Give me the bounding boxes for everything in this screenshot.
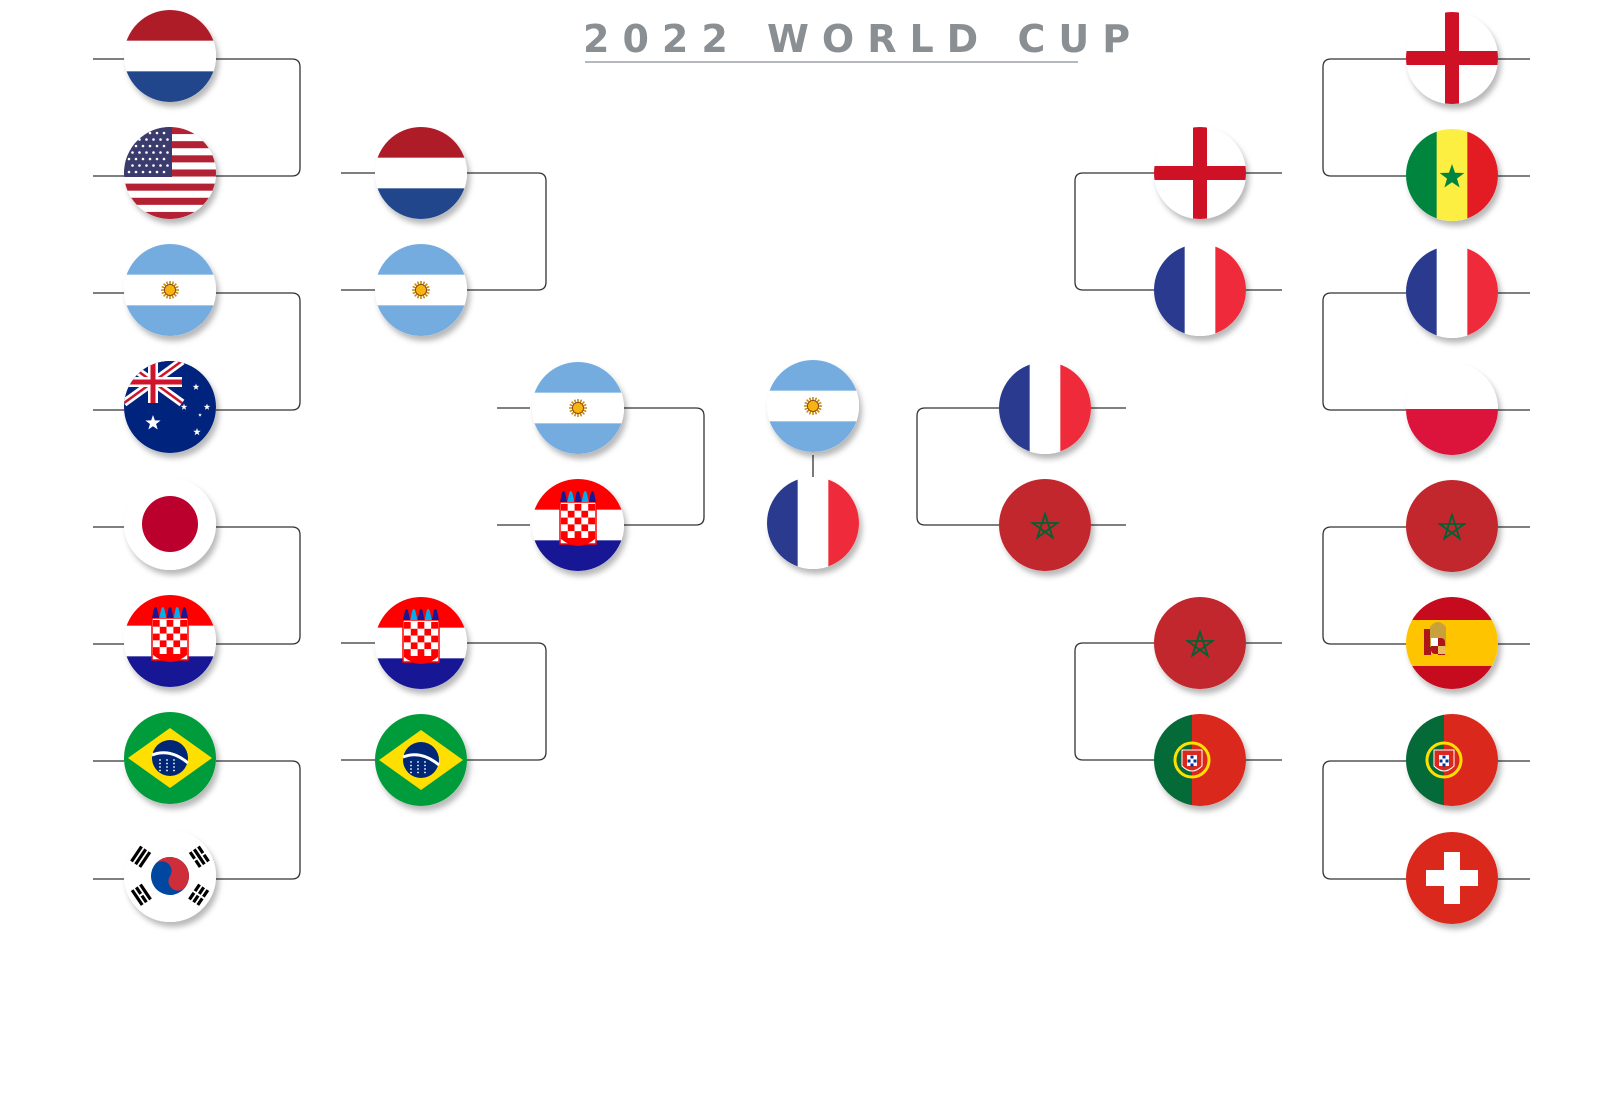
argentina-flag-icon [532,362,624,454]
bracket-connector-left-qf-0 [455,172,547,291]
morocco-flag-icon [1154,597,1246,689]
france-flag-icon [1154,244,1246,336]
argentina-flag-icon [375,244,467,336]
argentina-flag-icon [124,244,216,336]
bracket-connector-left-r16-3 [208,760,301,880]
poland-flag-icon [1406,363,1498,455]
bracket-connector-left-sf [612,407,705,526]
spain-flag-icon [1406,597,1498,689]
france-flag-icon [999,362,1091,454]
switzerland-flag-icon [1406,832,1498,924]
bracket-svg [93,10,1530,924]
senegal-flag-icon [1406,129,1498,221]
bracket-connector-left-r16-2 [208,526,301,645]
england-flag-icon [1406,12,1498,104]
netherlands-flag-icon [124,10,216,102]
morocco-flag-icon [1406,480,1498,572]
croatia-flag-icon [124,595,216,687]
croatia-flag-icon [532,479,624,571]
portugal-flag-icon [1154,714,1246,806]
bracket-diagram: 2022 WORLD CUP [0,0,1618,1095]
croatia-flag-icon [375,597,467,689]
brazil-flag-icon [375,714,467,806]
netherlands-flag-icon [375,127,467,219]
morocco-flag-icon [999,479,1091,571]
south-korea-flag-icon [124,830,216,922]
portugal-flag-icon [1406,714,1498,806]
bracket-connector-left-r16-0 [208,58,301,177]
japan-flag-icon [124,478,216,570]
bracket-connector-left-qf-1 [455,642,547,761]
argentina-flag-icon [767,360,859,452]
bracket-lines [93,58,1530,880]
bracket-connector-right-qf-0 [1074,172,1168,291]
bracket-connector-right-r16-0 [1322,58,1412,177]
bracket-connector-right-qf-1 [1074,642,1168,761]
france-flag-icon [767,477,859,569]
bracket-connector-right-r16-2 [1322,526,1412,645]
england-flag-icon [1154,127,1246,219]
usa-flag-icon [124,127,216,219]
australia-flag-icon [124,361,216,453]
bracket-connector-right-r16-1 [1322,292,1412,411]
bracket-connector-right-sf [916,407,1000,526]
france-flag-icon [1406,246,1498,338]
brazil-flag-icon [124,712,216,804]
bracket-connector-left-r16-1 [208,292,301,411]
flags [124,10,1498,924]
bracket-connector-right-r16-3 [1322,760,1412,880]
